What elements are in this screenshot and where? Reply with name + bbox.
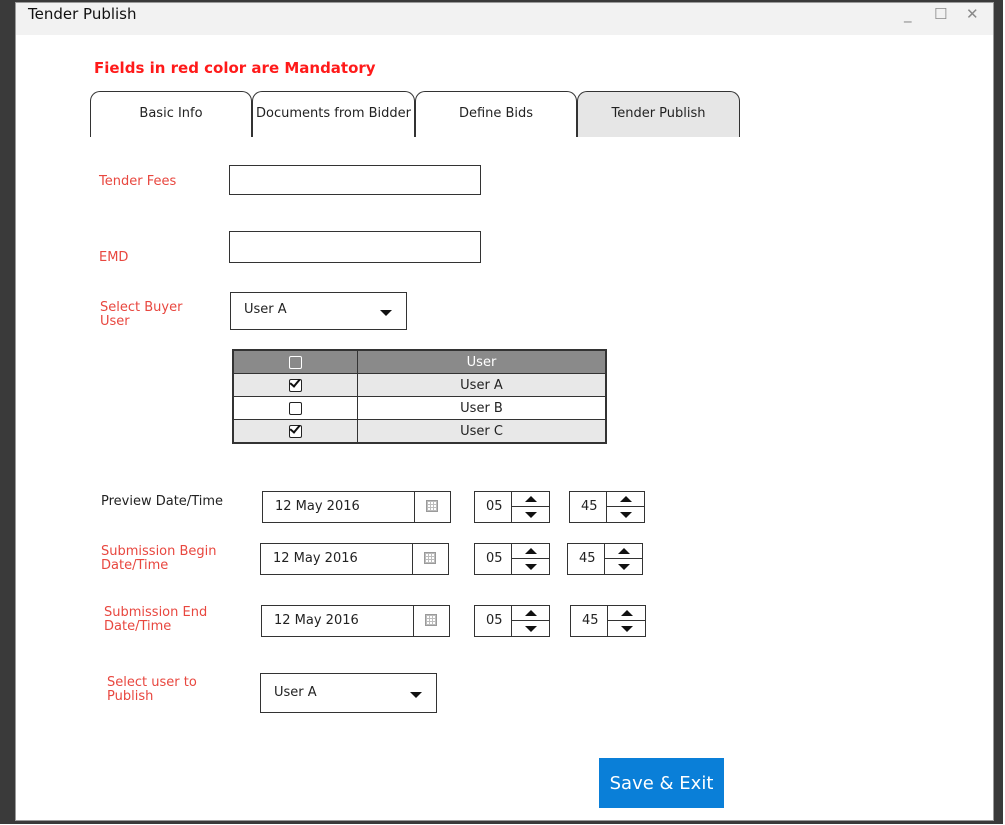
arrow-up-icon[interactable] [512,492,549,507]
arrow-down-icon[interactable] [512,559,549,574]
column-header-user: User [357,349,607,374]
preview-minute-stepper[interactable]: 45 [569,491,645,523]
preview-date-input[interactable]: 12 May 2016 [262,491,451,523]
submission-begin-minute-value: 45 [579,551,596,566]
arrow-down-icon[interactable] [608,621,645,636]
buyer-user-select[interactable]: User A [230,292,407,330]
preview-datetime-label: Preview Date/Time [101,494,224,509]
user-cell: User C [357,419,607,444]
checkbox-icon[interactable] [289,355,302,369]
publish-user-value: User A [274,685,317,700]
preview-hour-stepper[interactable]: 05 [474,491,550,523]
maximize-icon[interactable]: ☐ [934,5,947,23]
arrow-down-icon[interactable] [512,507,549,522]
submission-end-label: Submission End Date/Time [104,605,208,634]
arrow-up-icon[interactable] [608,606,645,621]
preview-hour-value: 05 [486,499,503,514]
mandatory-notice: Fields in red color are Mandatory [94,59,376,77]
minimize-icon[interactable]: _ [904,5,912,23]
publish-user-select[interactable]: User A [260,673,437,713]
tender-fees-label: Tender Fees [99,174,177,189]
calendar-icon [426,500,438,512]
row-checkbox-cell[interactable] [232,373,358,397]
table-row[interactable]: User C [232,419,607,444]
tab-tender-publish[interactable]: Tender Publish [577,91,740,137]
window-title: Tender Publish [28,5,137,23]
row-checkbox-cell[interactable] [232,419,358,444]
stepper-arrows [607,606,645,636]
submission-end-minute-stepper[interactable]: 45 [570,605,646,637]
calendar-button[interactable] [412,544,448,574]
submission-begin-date-value: 12 May 2016 [273,551,358,566]
checked-checkbox-icon[interactable] [289,424,302,438]
arrow-down-icon[interactable] [607,507,644,522]
tab-label: Documents from Bidder [255,106,412,121]
emd-label: EMD [99,250,129,265]
row-checkbox-cell[interactable] [232,396,358,420]
tender-fees-input[interactable] [229,165,481,195]
checked-checkbox-icon[interactable] [289,378,302,392]
submission-begin-hour-value: 05 [486,551,503,566]
stepper-arrows [604,544,642,574]
arrow-down-icon[interactable] [605,559,642,574]
calendar-button[interactable] [413,606,449,636]
close-icon[interactable]: ✕ [966,5,979,23]
submission-begin-label: Submission Begin Date/Time [101,544,217,573]
checkbox-icon[interactable] [289,401,302,415]
arrow-up-icon[interactable] [605,544,642,559]
emd-input[interactable] [229,231,481,263]
submission-end-date-input[interactable]: 12 May 2016 [261,605,450,637]
calendar-button[interactable] [414,492,450,522]
calendar-icon [425,614,437,626]
title-bar: Tender Publish _ ☐ ✕ [16,3,993,35]
user-cell: User B [357,396,607,420]
publish-user-label: Select user to Publish [107,675,197,704]
stepper-arrows [511,492,549,522]
arrow-up-icon[interactable] [512,544,549,559]
save-exit-button[interactable]: Save & Exit [599,758,724,808]
tender-publish-window: Tender Publish _ ☐ ✕ Fields in red color… [15,2,994,821]
table-header-row: User [232,349,607,374]
stepper-arrows [511,544,549,574]
tab-documents-from-bidder[interactable]: Documents from Bidder [252,91,415,137]
preview-date-value: 12 May 2016 [275,499,360,514]
submission-begin-date-input[interactable]: 12 May 2016 [260,543,449,575]
submission-end-hour-stepper[interactable]: 05 [474,605,550,637]
stepper-arrows [511,606,549,636]
select-all-cell[interactable] [232,349,358,374]
buyer-user-label: Select Buyer User [100,300,183,329]
tab-label: Tender Publish [611,106,706,121]
tab-basic-info[interactable]: Basic Info [90,91,252,137]
submission-end-minute-value: 45 [582,613,599,628]
arrow-up-icon[interactable] [607,492,644,507]
buyer-user-table: User User A User B User C [232,349,607,444]
arrow-up-icon[interactable] [512,606,549,621]
submission-end-hour-value: 05 [486,613,503,628]
chevron-down-icon [380,310,392,316]
buyer-user-value: User A [244,302,287,317]
submission-end-date-value: 12 May 2016 [274,613,359,628]
tab-label: Basic Info [139,106,203,121]
table-row[interactable]: User B [232,396,607,420]
preview-minute-value: 45 [581,499,598,514]
submission-begin-minute-stepper[interactable]: 45 [567,543,643,575]
chevron-down-icon [410,692,422,698]
arrow-down-icon[interactable] [512,621,549,636]
submission-begin-hour-stepper[interactable]: 05 [474,543,550,575]
tab-label: Define Bids [458,106,534,121]
table-row[interactable]: User A [232,373,607,397]
tab-define-bids[interactable]: Define Bids [415,91,577,137]
stepper-arrows [606,492,644,522]
calendar-icon [424,552,436,564]
user-cell: User A [357,373,607,397]
